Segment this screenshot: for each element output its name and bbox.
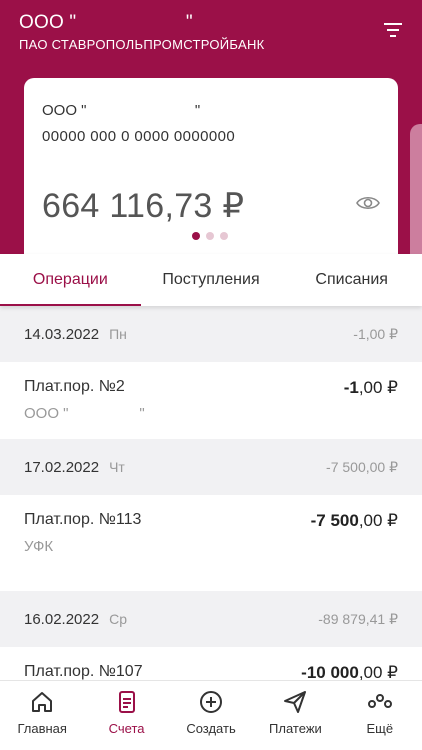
nav-more[interactable]: Ещё <box>338 681 422 750</box>
pagination-dot[interactable] <box>206 232 214 240</box>
header-org-name: ООО " " <box>19 12 193 33</box>
tab-outgoing[interactable]: Списания <box>281 254 422 306</box>
date-group-header: 16.02.2022 Ср -89 879,41 ₽ <box>0 591 422 647</box>
operation-row[interactable]: Плат.пор. №2 ООО " " -1,00 ₽ <box>0 362 422 439</box>
nav-accounts[interactable]: Счета <box>84 681 168 750</box>
nav-label: Платежи <box>269 721 322 736</box>
operations-tabs: Операции Поступления Списания <box>0 254 422 306</box>
group-weekday: Пн <box>109 326 127 342</box>
nav-create[interactable]: Создать <box>169 681 253 750</box>
pagination-dot[interactable] <box>220 232 228 240</box>
amount-integer: -10 000 <box>301 663 359 680</box>
tab-operations[interactable]: Операции <box>0 254 141 306</box>
document-icon <box>118 691 135 713</box>
eye-icon[interactable] <box>356 194 380 212</box>
operation-row[interactable]: Плат.пор. №107 -10 000,00 ₽ <box>0 647 422 680</box>
nav-label: Ещё <box>366 721 394 736</box>
amount-integer: -1 <box>343 378 359 397</box>
more-icon <box>367 694 392 708</box>
group-weekday: Ср <box>109 611 127 627</box>
home-icon <box>32 692 53 712</box>
plus-circle-icon <box>200 691 223 713</box>
amount-fraction: ,00 ₽ <box>358 511 398 530</box>
card-pagination <box>192 232 228 240</box>
group-total: -89 879,41 ₽ <box>318 610 398 627</box>
amount-fraction: ,00 ₽ <box>358 663 398 680</box>
date-group-header: 14.03.2022 Пн -1,00 ₽ <box>0 306 422 362</box>
nav-label: Создать <box>186 721 236 736</box>
next-card-peek[interactable] <box>410 124 422 256</box>
operation-title: Плат.пор. №2 <box>24 378 125 395</box>
group-weekday: Чт <box>109 459 125 475</box>
card-account-number: 00000 000 0 0000 0000000 <box>42 128 236 145</box>
operation-row[interactable]: Плат.пор. №113 УФК -7 500,00 ₽ <box>0 495 422 591</box>
operation-counterparty: УФК <box>24 538 54 555</box>
header-bank-name: ПАО СТАВРОПОЛЬПРОМСТРОЙБАНК <box>19 37 265 52</box>
amount-integer: -7 500 <box>310 511 359 530</box>
group-total: -1,00 ₽ <box>353 325 398 342</box>
group-total: -7 500,00 ₽ <box>326 458 398 475</box>
nav-label: Счета <box>108 721 145 736</box>
amount-fraction: ,00 ₽ <box>358 378 398 397</box>
nav-label: Главная <box>17 721 67 736</box>
card-org-name: ООО " " <box>42 102 201 119</box>
account-card[interactable]: ООО " " 00000 000 0 0000 0000000 664 116… <box>24 78 398 268</box>
group-date: 14.03.2022 <box>24 325 100 343</box>
pagination-dot-active[interactable] <box>192 232 200 240</box>
card-balance: 664 116,73 ₽ <box>42 187 245 225</box>
operations-list[interactable]: 14.03.2022 Пн -1,00 ₽ Плат.пор. №2 ООО "… <box>0 306 422 680</box>
operation-amount: -1,00 ₽ <box>344 378 398 398</box>
group-date: 17.02.2022 <box>24 458 100 476</box>
operation-counterparty: ООО " " <box>24 405 145 422</box>
operation-amount: -7 500,00 ₽ <box>311 511 398 531</box>
tab-incoming[interactable]: Поступления <box>141 254 282 306</box>
operation-amount: -10 000,00 ₽ <box>301 663 398 680</box>
nav-payments[interactable]: Платежи <box>253 681 337 750</box>
group-date: 16.02.2022 <box>24 610 100 628</box>
nav-home[interactable]: Главная <box>0 681 84 750</box>
bottom-navigation: Главная Счета Создать Платежи Ещё <box>0 680 422 750</box>
date-group-header: 17.02.2022 Чт -7 500,00 ₽ <box>0 439 422 495</box>
send-icon <box>284 691 307 713</box>
filter-icon[interactable] <box>384 22 402 38</box>
